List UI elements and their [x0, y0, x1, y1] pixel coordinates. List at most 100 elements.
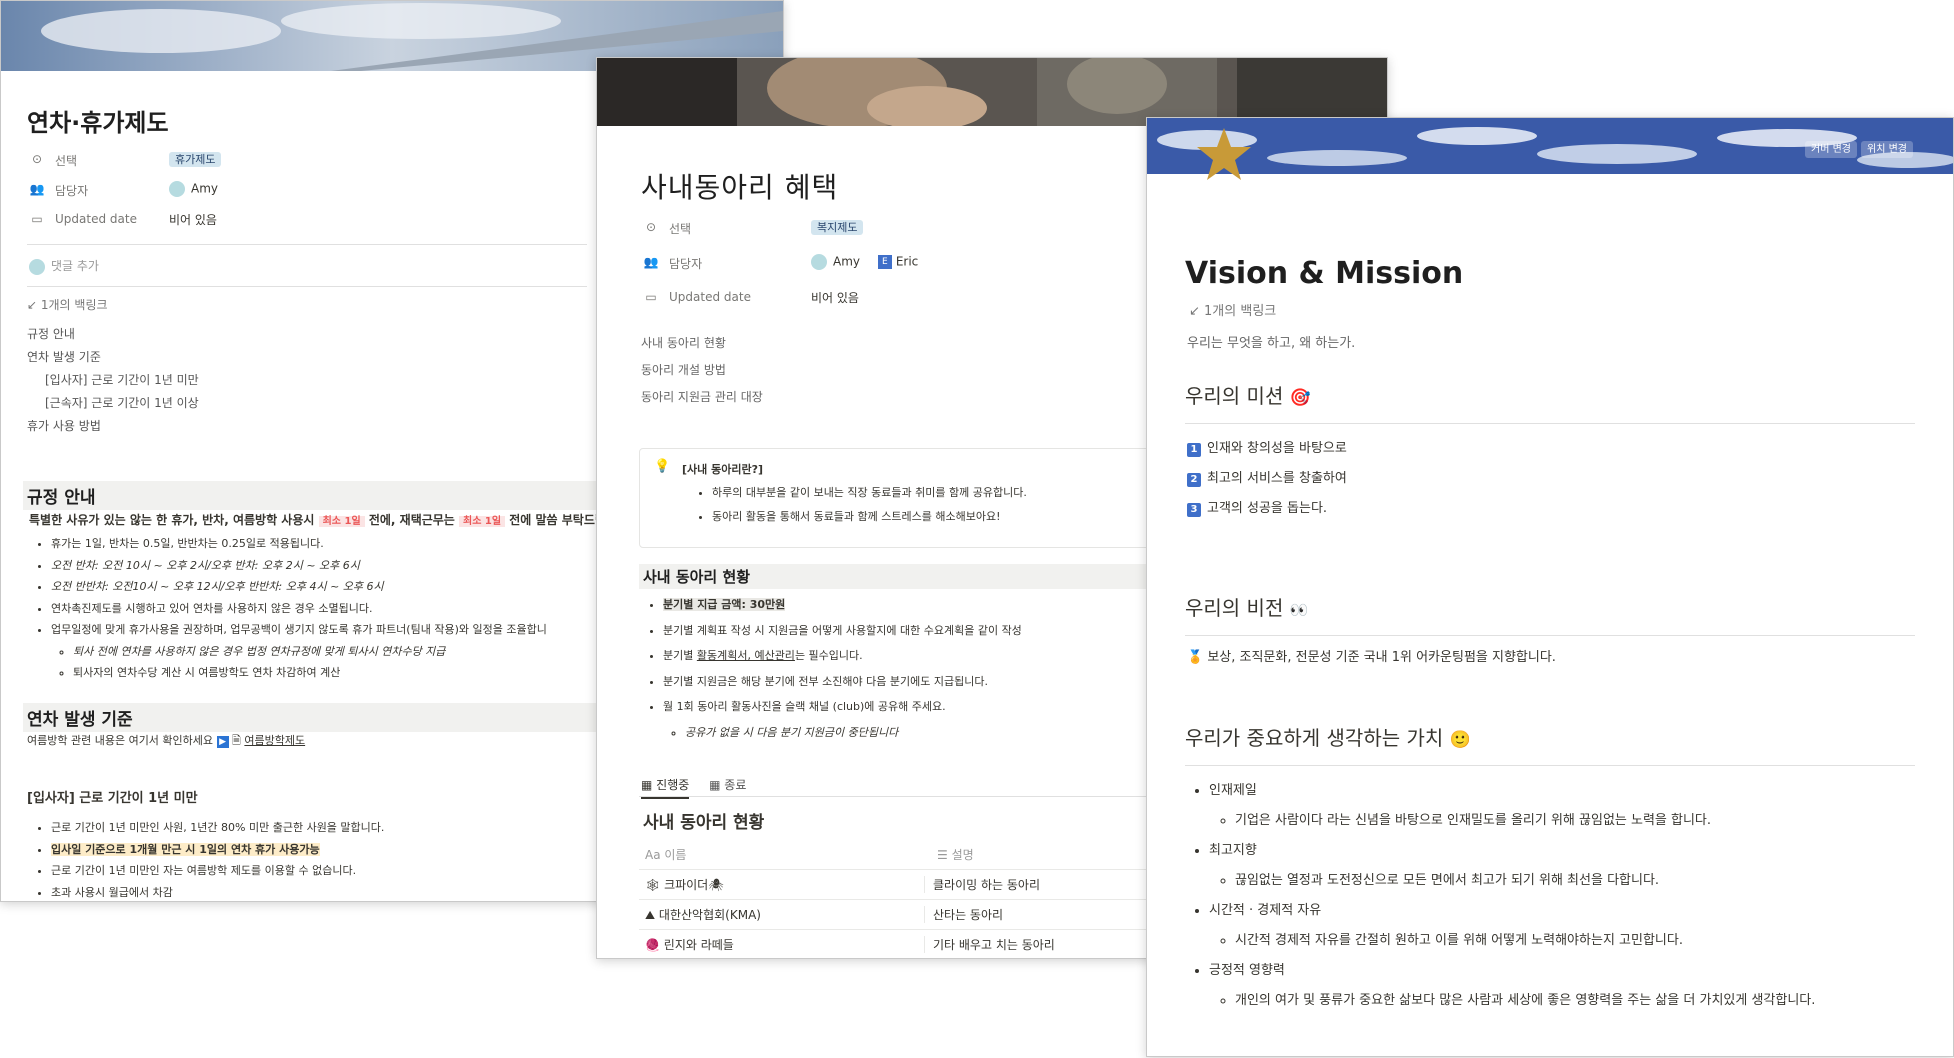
subheading-new-employee: [입사자] 근로 기간이 1년 미만	[27, 791, 198, 806]
highlighted-text: 입사일 기준으로 1개월 만근 시 1일의 연차 휴가 사용가능	[51, 842, 320, 856]
heading-text: 우리의 미션	[1185, 384, 1284, 408]
heading-mission: 우리의 미션 🎯	[1185, 380, 1311, 409]
club-name: 대한산악협회(KMA)	[658, 908, 761, 922]
mission-list: 1 인재와 창의성을 바탕으로 2 최고의 서비스를 창출하여 3 고객의 성공을 돕…	[1187, 434, 1347, 524]
backlinks-label: 1개의 백링크	[40, 298, 108, 312]
guitar-icon: 🧶	[645, 938, 660, 952]
min-day-tag: 최소 1일	[318, 516, 365, 527]
toc-item[interactable]: 동아리 지원금 관리 대장	[641, 388, 763, 415]
toc-item[interactable]: [근속자] 근로 기간이 1년 이상	[27, 392, 199, 415]
property-updated-date[interactable]: ▭ Updated date 비어 있음	[29, 210, 589, 240]
summer-vacation-note: 여름방학 관련 내용은 여기서 확인하세요 ▶ 🗎 여름방학제도	[27, 732, 305, 751]
list-item: 시간적 · 경제적 자유	[1209, 896, 1927, 926]
table-of-contents: 사내 동아리 현황 동아리 개설 방법 동아리 지원금 관리 대장	[641, 334, 763, 415]
calendar-icon: ▭	[31, 212, 43, 226]
list-item: 3 고객의 성공을 돕는다.	[1187, 494, 1347, 524]
name-column-header[interactable]: Aa 이름	[645, 846, 686, 863]
divider	[1185, 635, 1915, 636]
toc-item[interactable]: 동아리 개설 방법	[641, 361, 763, 388]
assignee-name: Eric	[895, 254, 919, 269]
toc-item[interactable]: [입사자] 근로 기간이 1년 미만	[27, 369, 199, 392]
club-description: 기타 배우고 치는 동아리	[924, 936, 1055, 953]
toc-item[interactable]: 규정 안내	[27, 323, 199, 346]
table-of-contents: 규정 안내 연차 발생 기준 [입사자] 근로 기간이 1년 미만 [근속자] …	[27, 323, 199, 438]
avatar	[811, 254, 827, 270]
heading-vision: 우리의 비전 👀	[1185, 592, 1308, 621]
star-icon[interactable]	[1195, 126, 1253, 184]
list-item: 인재제일	[1209, 776, 1927, 806]
property-label: 선택	[55, 154, 78, 168]
page-title: 사내동아리 혜택	[641, 171, 839, 204]
list-item: 긍정적 영향력	[1209, 956, 1927, 986]
mission-text: 고객의 성공을 돕는다.	[1207, 501, 1328, 516]
list-text: 는 필수입니다.	[794, 649, 863, 662]
tab-label: 진행중	[656, 778, 690, 792]
page-properties: ⊙ 선택 휴가제도 👥 담당자 Amy ▭ Updated date 비어 있음	[29, 150, 589, 240]
reposition-button[interactable]: 위치 변경	[1861, 141, 1913, 158]
list-item: 개인의 여가 및 풍류가 중요한 삶보다 많은 사람과 세상에 좋은 영향력을 …	[1235, 992, 1927, 1010]
property-assignee[interactable]: 👥 담당자 Amy	[29, 180, 589, 210]
note-text: 여름방학 관련 내용은 여기서 확인하세요	[27, 734, 217, 747]
people-icon: 👥	[643, 255, 659, 269]
assignee-name: Amy	[191, 181, 218, 196]
tag-leave-policy[interactable]: 휴가제도	[169, 152, 222, 167]
heading-values: 우리가 중요하게 생각하는 가치 🙂	[1185, 722, 1471, 751]
avatar	[169, 181, 185, 197]
backlinks[interactable]: ↙ 1개의 백링크	[27, 296, 108, 313]
page-title: 연차·휴가제도	[27, 109, 169, 137]
toc-item[interactable]: 휴가 사용 방법	[27, 415, 199, 438]
values-list: 인재제일 기업은 사람이다 라는 신념을 바탕으로 인재밀도를 올리기 위해 끊…	[1187, 776, 1927, 1010]
mountain-icon: ⛰	[645, 908, 656, 922]
club-description: 클라이밍 하는 동아리	[924, 876, 1040, 893]
list-item: 시간적 경제적 자유를 간절히 원하고 이를 위해 어떻게 노력해야하는지 고민…	[1235, 926, 1927, 956]
add-comment-label: 댓글 추가	[51, 259, 99, 273]
number-1-icon: 1	[1187, 443, 1201, 457]
lead-text: 전에, 재택근무는	[364, 513, 460, 527]
divider	[1185, 765, 1915, 766]
lead-text: 전에 말씀 부탁드립	[505, 513, 606, 527]
property-label: 담당자	[669, 257, 703, 271]
page-link-icon: 🗎	[232, 734, 241, 747]
number-3-icon: 3	[1187, 503, 1201, 517]
list-item: 최고지향	[1209, 836, 1927, 866]
toc-item[interactable]: 사내 동아리 현황	[641, 334, 763, 361]
vision-text: 보상, 조직문화, 전문성 기준 국내 1위 어카운팅펌을 지향합니다.	[1207, 650, 1556, 665]
spider-web-icon: 🕸	[645, 878, 661, 892]
change-cover-button[interactable]: 커버 변경	[1805, 141, 1858, 158]
add-comment-button[interactable]: 댓글 추가	[29, 257, 99, 275]
mission-text: 인재와 창의성을 바탕으로	[1207, 441, 1347, 456]
description-column-header[interactable]: ☰ 설명	[929, 846, 974, 863]
database-title: 사내 동아리 현황	[643, 813, 765, 833]
list-item: 2 최고의 서비스를 창출하여	[1187, 464, 1347, 494]
summer-vacation-link[interactable]: 여름방학제도	[244, 734, 305, 747]
list-item: 동아리 활동을 통해서 동료들과 함께 스트레스를 해소해보아요!	[712, 505, 1027, 529]
property-label: 담당자	[55, 184, 89, 198]
property-label: 선택	[669, 222, 692, 236]
list-item: 끊임없는 열정과 도전정신으로 모든 면에서 최고가 되기 위해 최선을 다합니…	[1235, 866, 1927, 896]
list-item: 기업은 사람이다 라는 신념을 바탕으로 인재밀도를 올리기 위해 끊임없는 노…	[1235, 806, 1927, 836]
target-icon: 🎯	[1289, 388, 1311, 408]
updated-date-value: 비어 있음	[169, 213, 217, 227]
people-icon: 👥	[29, 182, 45, 196]
divider	[1185, 423, 1915, 424]
property-label: Updated date	[55, 212, 137, 226]
backlinks[interactable]: ↙ 1개의 백링크	[1189, 300, 1276, 319]
smile-icon: 🙂	[1449, 730, 1471, 750]
callout-title: [사내 동아리란?]	[682, 463, 763, 476]
eyes-icon: 👀	[1289, 601, 1309, 619]
select-icon: ⊙	[645, 220, 657, 234]
property-select[interactable]: ⊙ 선택 휴가제도	[29, 150, 589, 180]
calendar-icon: ▭	[645, 290, 657, 304]
lightbulb-icon: 💡	[654, 459, 671, 474]
heading-text: 우리가 중요하게 생각하는 가치	[1185, 726, 1444, 750]
heading-text: 우리의 비전	[1185, 596, 1284, 620]
toc-item[interactable]: 연차 발생 기준	[27, 346, 199, 369]
lead-text: 특별한 사유가 있는 않는 한 휴가, 반차, 여름방학 사용시	[29, 513, 319, 527]
cover-image-hands	[597, 58, 1387, 126]
tab-ended[interactable]: ▦ 종료	[709, 778, 746, 792]
tag-welfare[interactable]: 복지제도	[811, 220, 864, 235]
assignee-name: Amy	[833, 254, 860, 269]
underlined-text: 활동계획서, 예산관리	[696, 649, 795, 662]
intro-text: 우리는 무엇을 하고, 왜 하는가.	[1187, 336, 1356, 351]
club-name: 크파이더🕷	[664, 878, 724, 892]
